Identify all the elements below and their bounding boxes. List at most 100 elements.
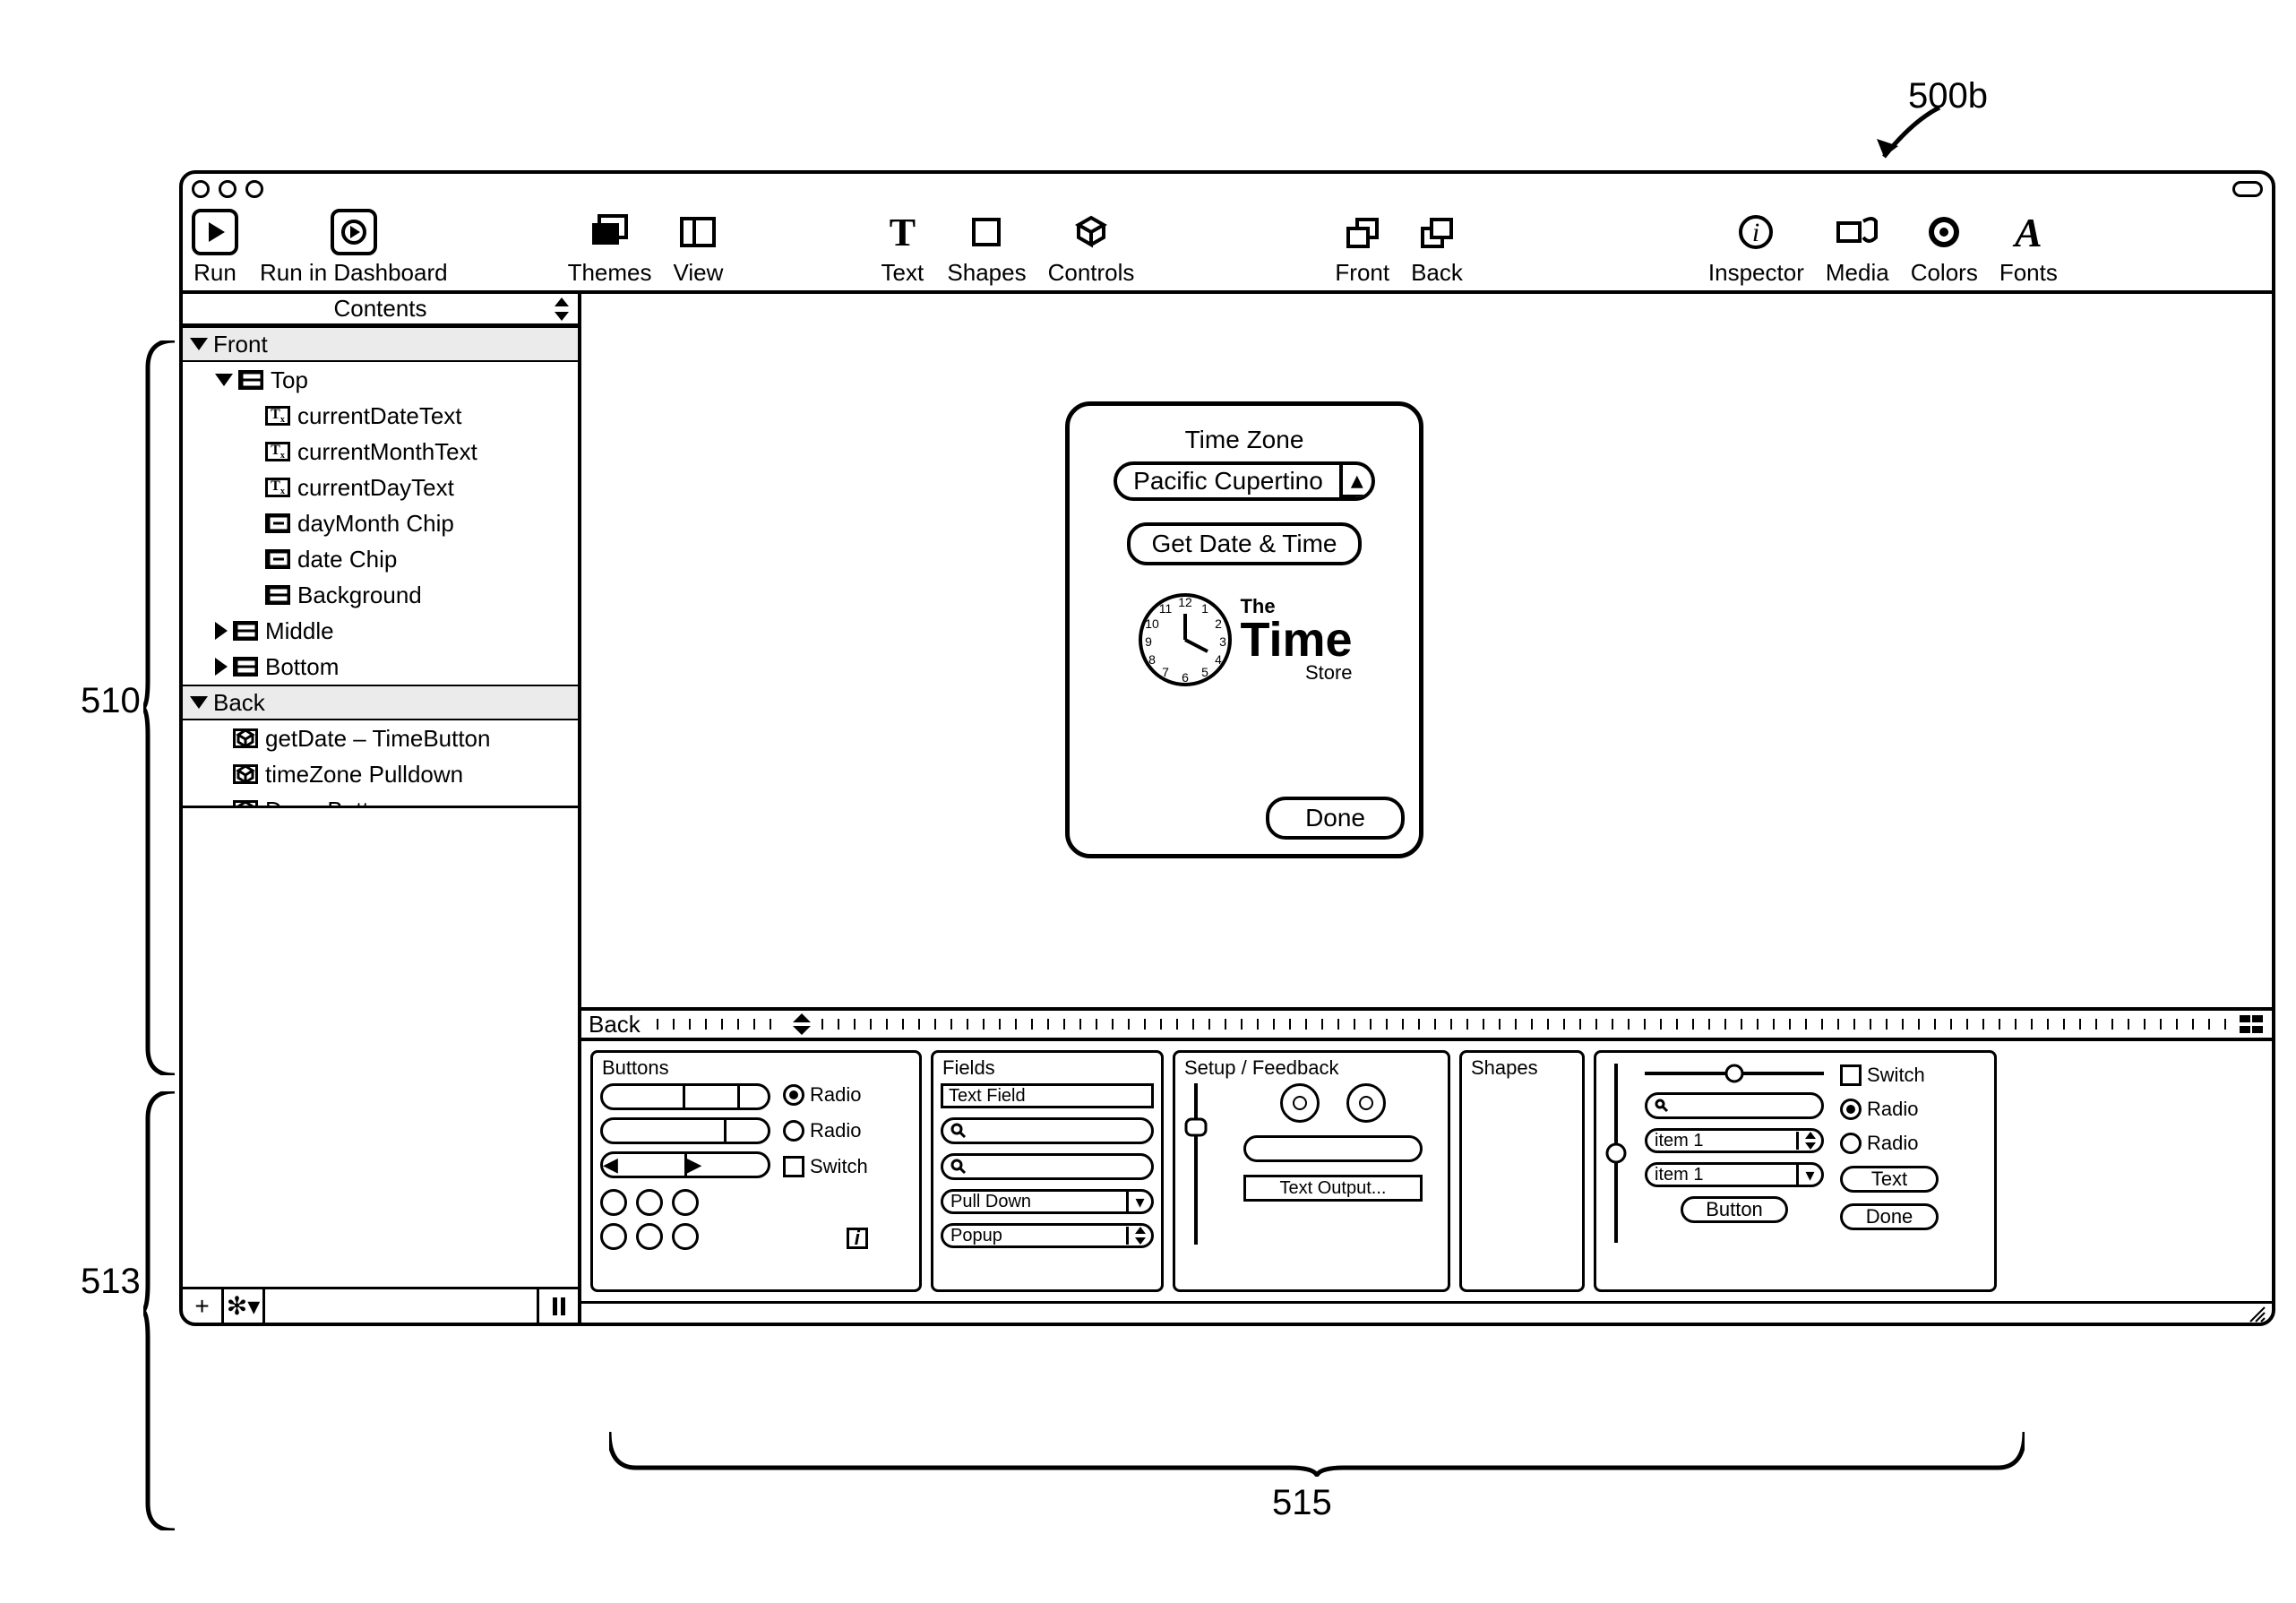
circle-button[interactable] [600, 1189, 627, 1216]
circle-button[interactable] [636, 1189, 663, 1216]
text-output[interactable]: Text Output... [1243, 1175, 1423, 1202]
segmented-2[interactable] [600, 1117, 770, 1144]
radio-empty[interactable]: Radio [783, 1119, 868, 1142]
button-pill[interactable]: Button [1681, 1196, 1788, 1223]
leaf-dayMonth Chip[interactable]: dayMonth Chip [183, 505, 578, 541]
play-icon [192, 209, 238, 255]
controls-button[interactable]: Controls [1048, 209, 1135, 287]
colors-button[interactable]: Colors [1911, 209, 1978, 287]
minimize-dot[interactable] [219, 180, 236, 198]
svg-text:2: 2 [1216, 616, 1223, 631]
search-field-2[interactable] [941, 1153, 1154, 1180]
section-back[interactable]: Back [183, 685, 578, 720]
svg-text:3: 3 [1220, 634, 1227, 649]
ruler-left [657, 1019, 782, 1030]
fonts-button[interactable]: AFonts [1999, 209, 2058, 287]
pulldown[interactable]: Pull Down▾ [941, 1189, 1154, 1214]
library-fields: Fields Text Field Pull Down▾ Popup [931, 1050, 1164, 1292]
radio-3[interactable]: Radio [1840, 1098, 1965, 1121]
dial-2[interactable] [1346, 1083, 1386, 1123]
front-icon [1339, 209, 1386, 255]
node-Bottom[interactable]: Bottom [183, 649, 578, 685]
leaf-timeZone Pulldown[interactable]: timeZone Pulldown [183, 756, 578, 792]
dial-1[interactable] [1280, 1083, 1320, 1123]
clock-icon: 1212 345 678 91011 [1136, 590, 1234, 689]
leaf-currentMonthText[interactable]: TxcurrentMonthText [183, 434, 578, 470]
close-dot[interactable] [192, 180, 210, 198]
inspector-button[interactable]: iInspector [1708, 209, 1804, 287]
circle-button[interactable] [636, 1223, 663, 1250]
sidebar-pause-icon[interactable] [537, 1289, 578, 1323]
info-chip[interactable]: i [847, 1227, 868, 1250]
figure-label-510: 510 [81, 681, 141, 721]
progress-bar[interactable] [1243, 1135, 1423, 1162]
get-date-time-button[interactable]: Get Date & Time [1127, 522, 1363, 565]
front-button[interactable]: Front [1335, 209, 1389, 287]
leaf-currentDateText[interactable]: TxcurrentDateText [183, 398, 578, 434]
circle-button[interactable] [672, 1189, 699, 1216]
figure-label-513: 513 [81, 1262, 141, 1302]
stepper-icon[interactable] [553, 297, 571, 321]
add-button[interactable]: + [183, 1289, 224, 1323]
stepper-icon[interactable]: ▴▾ [1339, 465, 1372, 497]
leaf-getDate – TimeButton[interactable]: getDate – TimeButton [183, 720, 578, 756]
done-button[interactable]: Done [1266, 797, 1405, 840]
media-button[interactable]: Media [1826, 209, 1889, 287]
section-front[interactable]: Front [183, 326, 578, 362]
view-button[interactable]: View [674, 209, 724, 287]
segmented-1[interactable] [600, 1083, 770, 1110]
item-pulldown-1[interactable]: item 1▾ [1645, 1162, 1824, 1187]
library-setup: Setup / Feedback Text Output... [1173, 1050, 1450, 1292]
radio-filled[interactable]: Radio [783, 1083, 868, 1107]
text-pill[interactable]: Text [1840, 1166, 1939, 1193]
back-icon [1414, 209, 1460, 255]
switch-2[interactable]: Switch [1840, 1064, 1965, 1087]
arrow-main [1868, 103, 1948, 175]
run-button[interactable]: Run [192, 209, 238, 287]
leaf-Background[interactable]: Background [183, 577, 578, 613]
back-button[interactable]: Back [1411, 209, 1463, 287]
text-field[interactable]: Text Field [941, 1083, 1154, 1108]
themes-button[interactable]: Themes [568, 209, 652, 287]
leaf-date Chip[interactable]: date Chip [183, 541, 578, 577]
node-Middle[interactable]: Middle [183, 613, 578, 649]
nav-segmented[interactable]: ◀▶ [600, 1151, 770, 1178]
logo-time: Time [1240, 618, 1352, 662]
traffic-lights[interactable] [192, 180, 263, 198]
circle-button[interactable] [672, 1223, 699, 1250]
text-button[interactable]: TText [879, 209, 925, 287]
horizontal-slider[interactable] [1645, 1064, 1824, 1083]
circle-button[interactable] [600, 1223, 627, 1250]
resize-grip[interactable] [581, 1301, 2272, 1323]
T-icon: T [879, 209, 925, 255]
done-pill[interactable]: Done [1840, 1203, 1939, 1230]
switch-checkbox[interactable]: Switch [783, 1155, 868, 1178]
vertical-slider-2[interactable] [1604, 1064, 1629, 1243]
search-field-1[interactable] [941, 1117, 1154, 1144]
radio-4[interactable]: Radio [1840, 1132, 1965, 1155]
tree-view[interactable]: FrontTopTxcurrentDateTextTxcurrentMonthT… [183, 326, 578, 806]
node-Top[interactable]: Top [183, 362, 578, 398]
vertical-slider[interactable] [1182, 1083, 1209, 1245]
canvas[interactable]: Time Zone Pacific Cupertino ▴▾ Get Date … [581, 294, 2272, 1007]
timezone-value: Pacific Cupertino [1117, 465, 1339, 497]
library-misc: item 1 item 1▾ Button Switch Radio Radio… [1594, 1050, 1997, 1292]
run-dashboard-button[interactable]: Run in Dashboard [260, 209, 448, 287]
svg-text:5: 5 [1202, 665, 1209, 679]
search-pill[interactable] [1645, 1092, 1824, 1119]
gear-menu[interactable]: ✻▾ [224, 1289, 265, 1323]
rect-split-icon [233, 621, 258, 641]
timezone-popup[interactable]: Pacific Cupertino ▴▾ [1114, 461, 1375, 501]
side-stepper[interactable] [791, 1012, 813, 1037]
item-stepper-1[interactable]: item 1 [1645, 1128, 1824, 1153]
leaf-Done Button[interactable]: Done Button [183, 792, 578, 806]
cube-icon [233, 728, 258, 748]
leaf-currentDayText[interactable]: TxcurrentDayText [183, 470, 578, 505]
equalizer-icon[interactable] [2238, 1013, 2265, 1035]
brace-510 [143, 340, 179, 1075]
zoom-dot[interactable] [245, 180, 263, 198]
toolbar-toggle-pill[interactable] [2232, 181, 2263, 197]
shapes-button[interactable]: Shapes [947, 209, 1026, 287]
popup[interactable]: Popup [941, 1223, 1154, 1248]
timezone-label: Time Zone [1185, 426, 1304, 454]
